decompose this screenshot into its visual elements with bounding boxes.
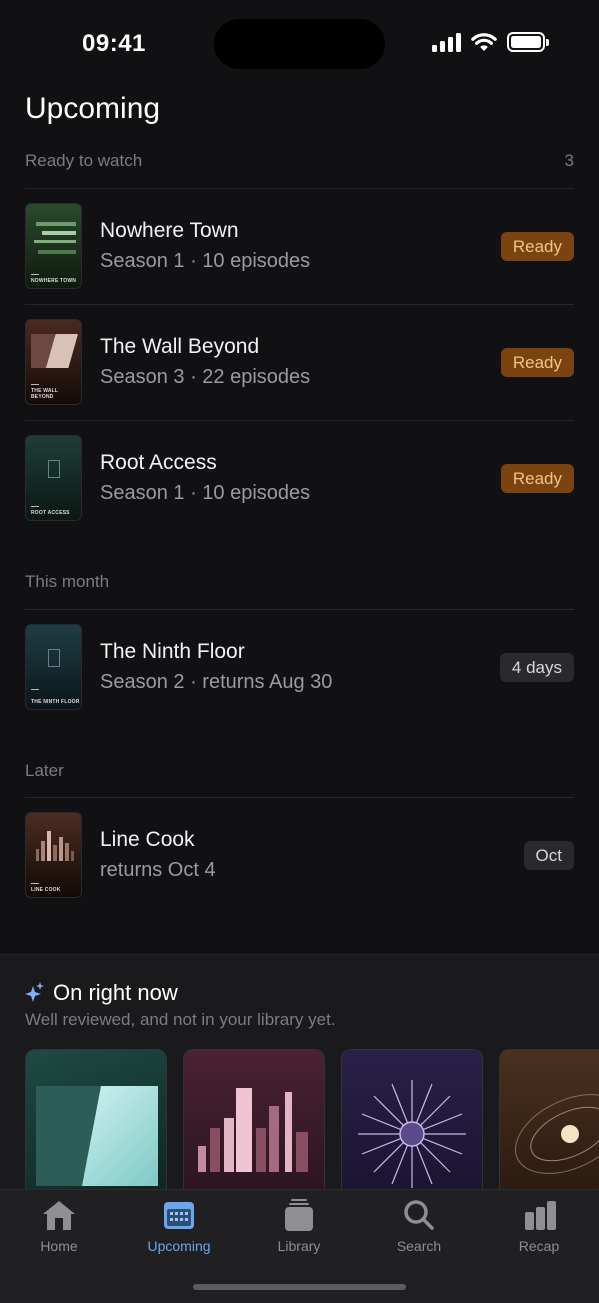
item-title: The Wall Beyond xyxy=(100,335,260,358)
tab-label: Recap xyxy=(518,1238,560,1254)
home-indicator xyxy=(193,1284,406,1290)
item-subtitle: Season 2 · returns Aug 30 xyxy=(100,671,333,693)
status-bar: 09:41 xyxy=(0,0,599,90)
orbit-art xyxy=(515,1094,599,1174)
divider xyxy=(25,304,574,305)
on-right-now-header: On right now xyxy=(25,980,178,1006)
list-item[interactable]: THE WALL BEYOND The Wall Beyond Season 3… xyxy=(25,319,574,405)
section-header-ready: Ready to watch 3 xyxy=(25,151,574,171)
wifi-icon xyxy=(471,33,497,51)
section-header-month: This month xyxy=(25,572,574,592)
bar-chart-icon xyxy=(525,1201,556,1230)
list-item[interactable]: LINE COOK Line Cook returns Oct 4 Oct xyxy=(25,812,574,898)
poster-image: ROOT ACCESS xyxy=(25,435,82,521)
sparkle-icon xyxy=(25,982,44,1002)
calendar-icon xyxy=(164,1202,194,1229)
status-badge: Ready xyxy=(500,231,574,261)
stack-icon xyxy=(285,1199,313,1231)
poster-image: THE WALL BEYOND xyxy=(25,319,82,405)
battery-icon xyxy=(507,32,549,52)
status-badge: Ready xyxy=(500,463,574,493)
poster-caption: THE NINTH FLOOR xyxy=(31,699,80,705)
poster-image: NOWHERE TOWN xyxy=(25,203,82,289)
tab-label: Home xyxy=(40,1238,78,1254)
divider xyxy=(25,609,574,610)
section-header-later: Later xyxy=(25,761,574,781)
item-subtitle: returns Oct 4 xyxy=(100,859,216,881)
house-icon xyxy=(43,1201,75,1230)
tab-library[interactable]: Library xyxy=(249,1198,349,1254)
item-subtitle: Season 1 · 10 episodes xyxy=(100,482,311,504)
poster-caption: THE WALL BEYOND xyxy=(31,388,59,400)
item-title: Root Access xyxy=(100,451,217,474)
tab-search[interactable]: Search xyxy=(369,1198,469,1254)
poster-image: THE NINTH FLOOR xyxy=(25,624,82,710)
section-label: This month xyxy=(25,572,110,591)
divider xyxy=(25,797,574,798)
tab-label: Search xyxy=(396,1238,442,1254)
section-label: Ready to watch xyxy=(25,151,143,170)
list-item[interactable]: NOWHERE TOWN Nowhere Town Season 1 · 10 … xyxy=(25,203,574,289)
tab-label: Library xyxy=(277,1238,321,1254)
recommendation-card[interactable] xyxy=(183,1049,325,1199)
poster-image: LINE COOK xyxy=(25,812,82,898)
item-subtitle: Season 1 · 10 episodes xyxy=(100,250,311,272)
status-badge: 4 days xyxy=(499,652,574,682)
cellular-signal-icon xyxy=(432,32,461,52)
page-title: Upcoming xyxy=(25,92,161,125)
tab-label: Upcoming xyxy=(147,1238,211,1254)
item-title: Line Cook xyxy=(100,828,195,851)
tab-home[interactable]: Home xyxy=(9,1198,109,1254)
status-icons xyxy=(432,32,549,52)
status-badge: Oct xyxy=(523,840,574,870)
on-right-now-subtitle: Well reviewed, and not in your library y… xyxy=(25,1010,336,1029)
recommendation-card[interactable] xyxy=(341,1049,483,1199)
section-label: Later xyxy=(25,761,64,780)
on-right-now-title: On right now xyxy=(53,980,178,1005)
poster-caption: LINE COOK xyxy=(31,887,61,893)
item-title: Nowhere Town xyxy=(100,219,239,242)
recommendation-card[interactable] xyxy=(25,1049,167,1199)
status-badge: Ready xyxy=(500,347,574,377)
item-title: The Ninth Floor xyxy=(100,640,245,663)
poster-caption: ROOT ACCESS xyxy=(31,510,70,516)
divider xyxy=(25,420,574,421)
item-subtitle: Season 3 · 22 episodes xyxy=(100,366,311,388)
magnifier-icon xyxy=(404,1200,434,1230)
list-item[interactable]: THE NINTH FLOOR The Ninth Floor Season 2… xyxy=(25,624,574,710)
list-item[interactable]: ROOT ACCESS Root Access Season 1 · 10 ep… xyxy=(25,435,574,521)
tab-upcoming[interactable]: Upcoming xyxy=(129,1198,229,1254)
starburst-art xyxy=(358,1080,466,1188)
section-count: 3 xyxy=(564,151,574,170)
poster-caption: NOWHERE TOWN xyxy=(31,278,77,284)
recommendation-card[interactable] xyxy=(499,1049,599,1199)
status-time: 09:41 xyxy=(82,30,146,57)
divider xyxy=(25,188,574,189)
dynamic-island xyxy=(214,19,385,69)
tab-recap[interactable]: Recap xyxy=(489,1198,589,1254)
